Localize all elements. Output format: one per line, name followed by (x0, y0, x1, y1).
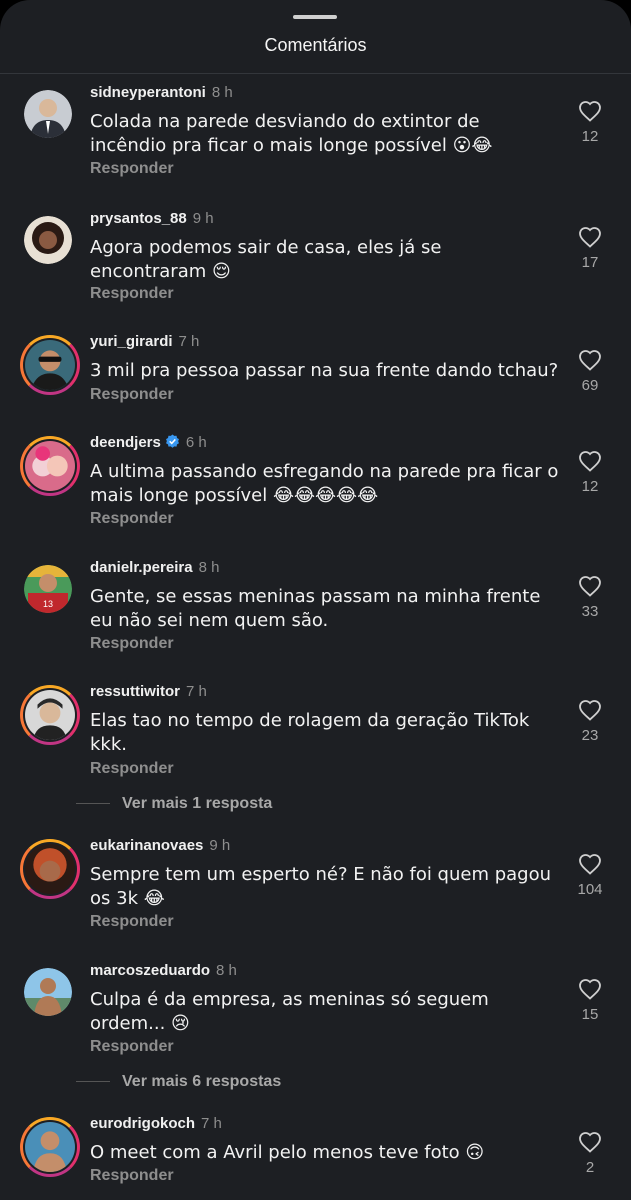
avatar-story-ring[interactable] (20, 685, 80, 745)
like-button[interactable]: 104 (575, 853, 605, 898)
comment-text: Colada na parede desviando do extintor d… (90, 111, 493, 156)
timestamp: 7 h (201, 1115, 222, 1132)
reply-button[interactable]: Responder (90, 160, 174, 178)
like-count: 17 (581, 254, 599, 271)
avatar[interactable] (24, 216, 72, 264)
svg-text:13: 13 (43, 599, 53, 609)
comments-sheet: Comentários sidneyperantoni 8 h Colada na… (0, 0, 631, 1200)
like-button[interactable]: 2 (575, 1131, 605, 1176)
heart-outline-icon (579, 700, 601, 721)
username[interactable]: sidneyperantoni (90, 84, 206, 101)
username[interactable]: deendjers (90, 434, 161, 451)
avatar-story-ring[interactable] (20, 839, 80, 899)
thread-line (76, 803, 110, 805)
comment-text: Gente, se essas meninas passam na minha … (90, 586, 541, 631)
reply-button[interactable]: Responder (90, 635, 174, 653)
comment-text: A ultima passando esfregando na parede p… (90, 461, 559, 506)
reply-button[interactable]: Responder (90, 760, 174, 778)
timestamp: 8 h (216, 962, 237, 979)
heart-outline-icon (579, 576, 601, 597)
reply-button[interactable]: Responder (90, 1038, 174, 1056)
avatar[interactable] (24, 968, 72, 1016)
avatar[interactable]: 13 (24, 565, 72, 613)
thread-line (76, 1081, 110, 1083)
like-count: 12 (581, 478, 599, 495)
header-divider (0, 73, 631, 74)
reply-button[interactable]: Responder (90, 1167, 174, 1185)
comment-text: Sempre tem um esperto né? E não foi quem… (90, 864, 552, 909)
heart-outline-icon (579, 227, 601, 248)
like-count: 23 (581, 727, 599, 744)
like-button[interactable]: 12 (575, 100, 605, 145)
username[interactable]: danielr.pereira (90, 559, 193, 576)
comment-text: Culpa é da empresa, as meninas só seguem… (90, 989, 489, 1034)
like-count: 33 (581, 603, 599, 620)
heart-outline-icon (579, 1132, 601, 1153)
like-button[interactable]: 12 (575, 450, 605, 495)
like-button[interactable]: 33 (575, 575, 605, 620)
comment-text: O meet com a Avril pelo menos teve foto … (90, 1142, 485, 1163)
username[interactable]: yuri_girardi (90, 333, 173, 350)
like-count: 12 (581, 128, 599, 145)
heart-outline-icon (579, 979, 601, 1000)
reply-button[interactable]: Responder (90, 913, 174, 931)
heart-outline-icon (579, 101, 601, 122)
avatar-story-ring[interactable] (20, 335, 80, 395)
username[interactable]: eukarinanovaes (90, 837, 203, 854)
verified-badge-icon (165, 434, 179, 448)
view-more-replies-label: Ver mais 6 respostas (122, 1073, 282, 1090)
comment-text: Agora podemos sair de casa, eles já se e… (90, 237, 442, 282)
comment-text: 3 mil pra pessoa passar na sua frente da… (90, 360, 559, 381)
like-count: 2 (585, 1159, 595, 1176)
timestamp: 9 h (209, 837, 231, 854)
like-button[interactable]: 17 (575, 226, 605, 271)
timestamp: 9 h (192, 210, 214, 227)
timestamp: 6 h (185, 434, 207, 451)
timestamp: 8 h (211, 84, 233, 101)
view-more-replies-label: Ver mais 1 resposta (122, 795, 273, 812)
like-button[interactable]: 23 (575, 699, 605, 744)
sheet-title: Comentários (264, 35, 367, 55)
timestamp: 8 h (198, 559, 220, 576)
reply-button[interactable]: Responder (90, 386, 174, 404)
like-count: 104 (577, 881, 603, 898)
view-more-replies[interactable]: Ver mais 6 respostas (76, 1073, 281, 1093)
like-button[interactable]: 15 (575, 978, 605, 1023)
heart-outline-icon (579, 350, 601, 371)
heart-outline-icon (579, 854, 601, 875)
avatar-story-ring[interactable] (20, 1117, 80, 1177)
username[interactable]: ressuttiwitor (90, 683, 180, 700)
timestamp: 7 h (178, 333, 200, 350)
drag-handle[interactable] (293, 15, 337, 19)
comment-text: Elas tao no tempo de rolagem da geração … (90, 710, 530, 755)
timestamp: 7 h (186, 683, 207, 700)
username[interactable]: marcoszeduardo (90, 962, 210, 979)
reply-button[interactable]: Responder (90, 510, 174, 528)
heart-outline-icon (579, 451, 601, 472)
like-button[interactable]: 69 (575, 349, 605, 394)
view-more-replies[interactable]: Ver mais 1 resposta (76, 795, 272, 815)
like-count: 69 (581, 377, 599, 394)
username[interactable]: eurodrigokoch (90, 1115, 195, 1132)
reply-button[interactable]: Responder (90, 285, 174, 303)
username[interactable]: prysantos_88 (90, 210, 187, 227)
avatar-story-ring[interactable] (20, 436, 80, 496)
like-count: 15 (581, 1006, 599, 1023)
avatar[interactable] (24, 90, 72, 138)
